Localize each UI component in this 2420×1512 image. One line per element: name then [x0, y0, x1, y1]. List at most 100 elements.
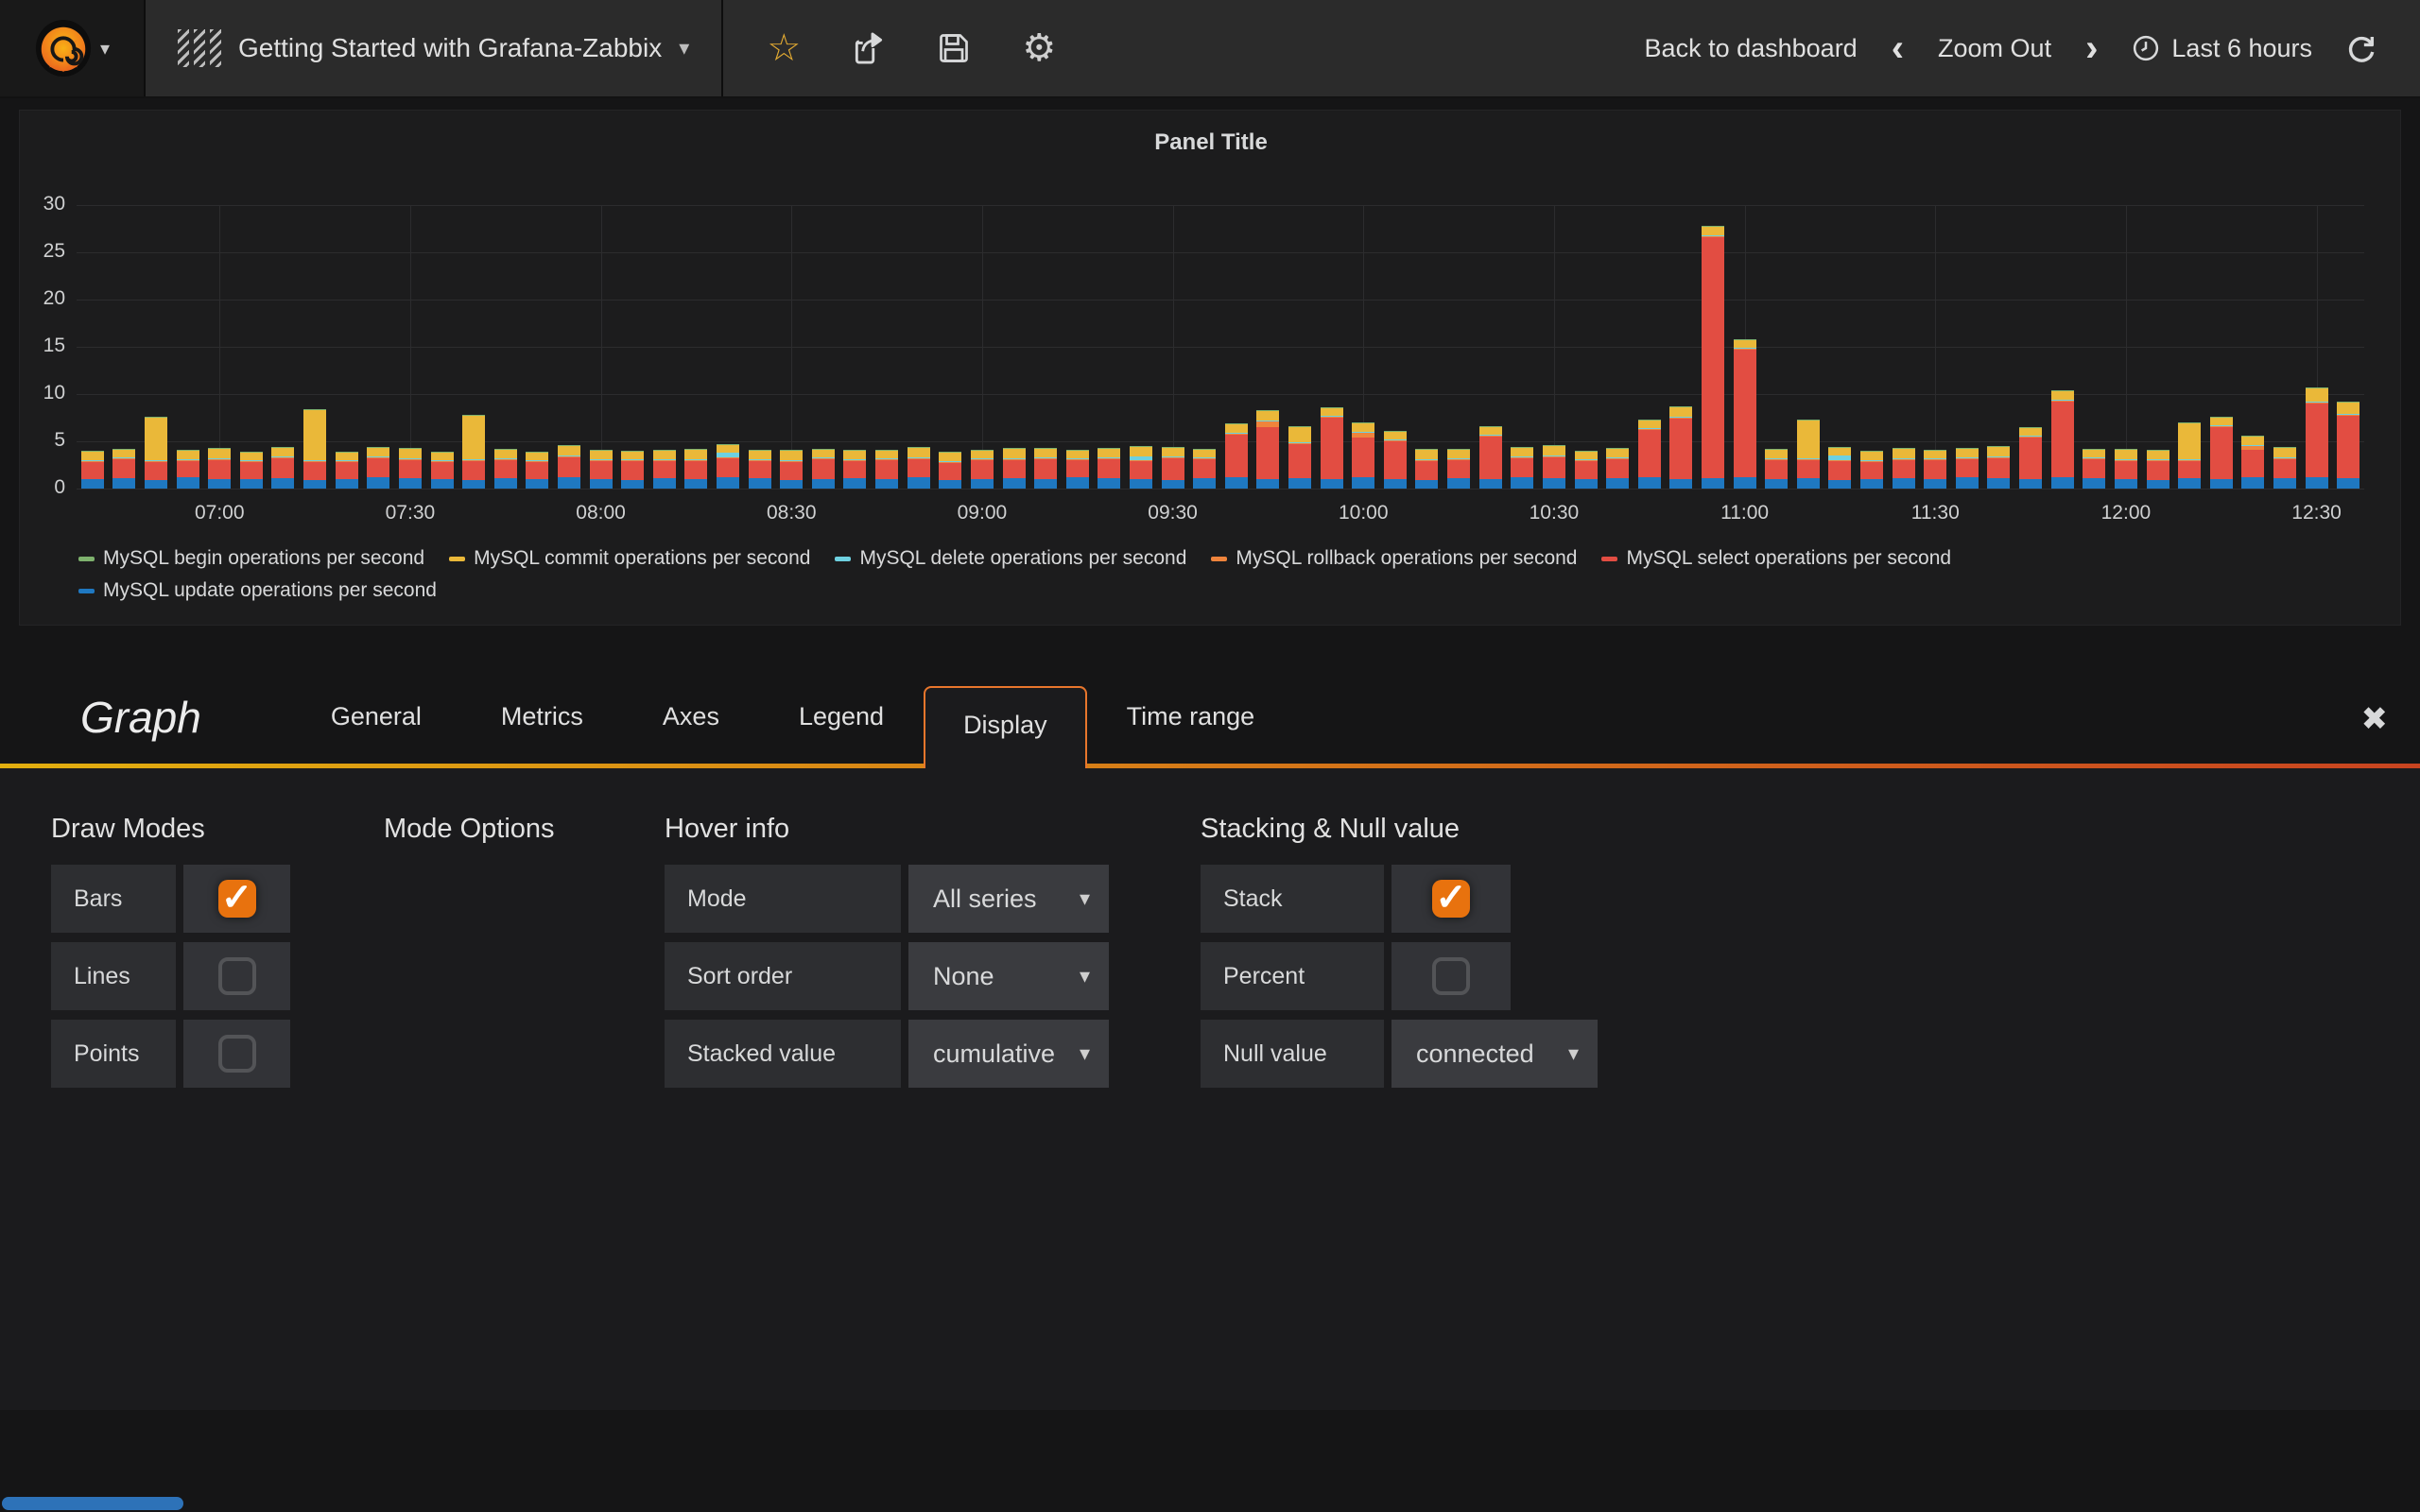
stacked-bar: [1066, 450, 1089, 490]
legend-item[interactable]: MySQL rollback operations per second: [1211, 547, 1577, 570]
panel-title[interactable]: Panel Title: [20, 129, 2402, 156]
refresh-icon[interactable]: [2341, 27, 2382, 69]
tab-metrics[interactable]: Metrics: [461, 702, 623, 764]
stacked-bar: [1669, 406, 1692, 490]
zoom-out-button[interactable]: Zoom Out: [1938, 34, 2051, 63]
draw-mode-points-checkbox[interactable]: [183, 1020, 290, 1088]
stacked-bar: [1924, 450, 1946, 490]
series-swatch: [449, 557, 465, 561]
null-value-label: Null value: [1201, 1020, 1384, 1088]
stacked-bar: [843, 450, 866, 490]
plot-area[interactable]: [77, 205, 2364, 489]
tab-time-range[interactable]: Time range: [1087, 702, 1295, 764]
stack-checkbox[interactable]: ✓: [1392, 865, 1511, 933]
stacked-bar: [1193, 449, 1216, 490]
hover-mode-select[interactable]: All series▾: [908, 865, 1109, 933]
back-to-dashboard-button[interactable]: Back to dashboard: [1645, 34, 1858, 63]
legend-item[interactable]: MySQL select operations per second: [1601, 547, 1951, 570]
stacked-bar: [2210, 417, 2233, 490]
stacked-bar: [1479, 426, 1502, 490]
time-shift-right-icon[interactable]: ›: [2080, 29, 2103, 67]
draw-mode-points-label: Points: [51, 1020, 176, 1088]
stacked-bar: [1956, 448, 1979, 490]
scrollbar-thumb[interactable]: [2, 1497, 183, 1510]
stacked-bar: [1987, 446, 2010, 490]
stacked-value-label: Stacked value: [665, 1020, 901, 1088]
stacked-bar: [1606, 448, 1629, 490]
time-shift-left-icon[interactable]: ‹: [1886, 29, 1910, 67]
stacked-bar: [1702, 226, 1724, 490]
stacked-bar: [653, 450, 676, 490]
stacked-bar: [1034, 448, 1057, 490]
grafana-logo-icon: [34, 19, 93, 77]
series-swatch: [835, 557, 851, 561]
legend-item[interactable]: MySQL commit operations per second: [449, 547, 810, 570]
stacked-bar: [749, 450, 771, 490]
stacked-bar: [1098, 448, 1120, 490]
stacked-bar: [1288, 426, 1311, 490]
time-picker-button[interactable]: Last 6 hours: [2132, 34, 2312, 63]
tab-general[interactable]: General: [291, 702, 461, 764]
grafana-app: ▾ Getting Started with Grafana-Zabbix ▾ …: [0, 0, 2420, 1512]
stacked-bar: [1384, 431, 1407, 490]
editor-header: Graph General Metrics Axes Legend Displa…: [0, 662, 2420, 764]
stacked-bar: [1797, 420, 1820, 490]
tab-display[interactable]: Display: [924, 686, 1087, 768]
series-swatch: [78, 557, 95, 561]
stacked-bar: [1225, 423, 1248, 490]
stack-label: Stack: [1201, 865, 1384, 933]
stacked-bar: [1415, 449, 1438, 490]
stacked-bar: [1447, 449, 1470, 490]
dashboard-title-button[interactable]: Getting Started with Grafana-Zabbix ▾: [146, 0, 723, 96]
legend-item[interactable]: MySQL begin operations per second: [78, 547, 424, 570]
dashboard-title-caret-icon: ▾: [679, 36, 689, 60]
stacked-bar: [1130, 446, 1152, 490]
stacked-bar: [1765, 449, 1788, 490]
stacked-bar: [717, 444, 739, 490]
legend-item[interactable]: MySQL update operations per second: [78, 579, 437, 602]
stacked-bar: [1162, 447, 1184, 490]
stacked-bar: [1734, 339, 1756, 490]
stacked-bar: [875, 450, 898, 490]
stacked-bar: [240, 452, 263, 490]
dashboard-title: Getting Started with Grafana-Zabbix: [238, 33, 662, 63]
editor-plugin-title: Graph: [80, 692, 201, 764]
stacked-bar: [1575, 451, 1598, 490]
stacked-bar: [431, 452, 454, 490]
stacked-bar: [336, 452, 358, 490]
stacked-bar: [1860, 451, 1883, 490]
grafana-menu-caret-icon: ▾: [100, 37, 110, 60]
share-icon[interactable]: [848, 27, 890, 69]
navbar: ▾ Getting Started with Grafana-Zabbix ▾ …: [0, 0, 2420, 98]
stacked-value-select[interactable]: cumulative▾: [908, 1020, 1109, 1088]
stacked-bar: [2115, 449, 2137, 490]
stacked-bar: [558, 445, 580, 490]
draw-mode-lines-checkbox[interactable]: [183, 942, 290, 1010]
stacked-bar: [271, 447, 294, 490]
sort-order-select[interactable]: None▾: [908, 942, 1109, 1010]
draw-mode-bars-checkbox[interactable]: ✓: [183, 865, 290, 933]
display-tab-content: Draw Modes Bars ✓ Lines Points Mode Opti…: [0, 768, 2420, 1410]
tab-legend[interactable]: Legend: [759, 702, 924, 764]
stacked-bar: [303, 409, 326, 490]
gear-icon[interactable]: ⚙: [1018, 27, 1060, 69]
stacked-bar: [590, 450, 613, 490]
stacked-bar: [208, 448, 231, 490]
stacked-bar: [2147, 450, 2169, 490]
tab-axes[interactable]: Axes: [623, 702, 759, 764]
legend-item[interactable]: MySQL delete operations per second: [835, 547, 1186, 570]
stacked-bar: [684, 449, 707, 490]
percent-checkbox[interactable]: [1392, 942, 1511, 1010]
stacked-bar: [367, 447, 389, 490]
stacked-bar: [1511, 447, 1533, 490]
grafana-menu-button[interactable]: ▾: [0, 0, 146, 96]
null-value-select[interactable]: connected▾: [1392, 1020, 1598, 1088]
stacked-bar: [2083, 449, 2105, 490]
stacked-bar: [526, 452, 548, 490]
stacked-bar: [1828, 447, 1851, 490]
stacked-bar: [177, 450, 199, 490]
series-swatch: [1211, 557, 1227, 561]
star-icon[interactable]: ☆: [763, 27, 804, 69]
save-icon[interactable]: [933, 27, 975, 69]
close-editor-icon[interactable]: ✖: [2361, 703, 2389, 735]
